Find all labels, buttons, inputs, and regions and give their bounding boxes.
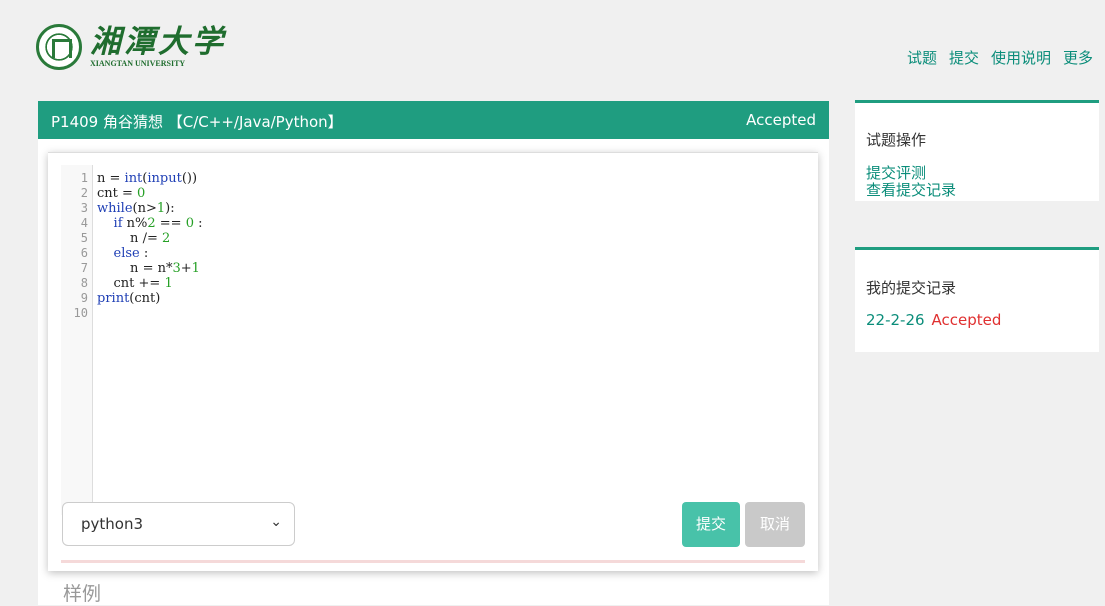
code-line: cnt += 1: [97, 276, 173, 291]
line-number: 6: [80, 246, 88, 260]
university-logo[interactable]: 湘潭大学 XIANGTAN UNIVERSITY: [36, 24, 226, 70]
code-line: while(n>1):: [97, 201, 175, 216]
nav-problems[interactable]: 试题: [907, 47, 937, 68]
dialog-divider: [61, 560, 805, 563]
my-records-card: 我的提交记录 22-2-26 Accepted: [855, 247, 1099, 352]
line-number: 4: [80, 216, 88, 230]
line-number: 1: [80, 171, 88, 185]
code-editor[interactable]: 1 2 3 4 5 6 7 8 9 10 n = int(input()) cn…: [61, 165, 805, 515]
link-view-records[interactable]: 查看提交记录: [866, 179, 956, 200]
nav-submit[interactable]: 提交: [949, 47, 979, 68]
problem-status: Accepted: [746, 111, 816, 129]
top-nav: 试题 提交 使用说明 更多: [907, 47, 1093, 68]
code-line: print(cnt): [97, 291, 161, 306]
record-date: 22-2-26: [866, 311, 925, 329]
logo-en: XIANGTAN UNIVERSITY: [90, 58, 186, 68]
logo-cn: 湘潭大学: [90, 23, 226, 60]
line-number: 3: [80, 201, 88, 215]
chevron-down-icon: ⌄: [270, 514, 282, 530]
problem-title: P1409 角谷猜想 【C/C++/Java/Python】: [51, 113, 343, 131]
code-line: cnt = 0: [97, 186, 146, 201]
line-number: 10: [73, 306, 88, 320]
line-number-gutter: 1 2 3 4 5 6 7 8 9 10: [61, 165, 93, 515]
record-result: Accepted: [931, 311, 1002, 329]
code-line: if n%2 == 0 :: [113, 216, 203, 231]
code-line: n = int(input()): [97, 171, 198, 186]
code-line: n /= 2: [97, 231, 171, 246]
nav-more[interactable]: 更多: [1063, 47, 1093, 68]
brand-text: 湘潭大学 XIANGTAN UNIVERSITY: [90, 23, 226, 68]
line-number: 8: [80, 276, 88, 290]
language-value: python3: [81, 515, 144, 533]
submit-dialog: 1 2 3 4 5 6 7 8 9 10 n = int(input()) cn…: [48, 152, 818, 571]
line-number: 2: [80, 186, 88, 200]
submit-button[interactable]: 提交: [682, 502, 740, 547]
language-select[interactable]: python3 ⌄: [62, 502, 295, 546]
problem-ops-card: 试题操作 提交评测 查看提交记录: [855, 100, 1099, 201]
section-sample: 样例: [63, 583, 102, 605]
line-number: 7: [80, 261, 88, 275]
line-number: 9: [80, 291, 88, 305]
records-title: 我的提交记录: [866, 279, 957, 297]
top-bar: 湘潭大学 XIANGTAN UNIVERSITY 试题 提交 使用说明 更多: [0, 0, 1105, 96]
university-seal-icon: [36, 24, 82, 70]
code-line: else :: [113, 246, 149, 261]
line-number: 5: [80, 231, 88, 245]
problem-header: P1409 角谷猜想 【C/C++/Java/Python】 Accepted: [38, 101, 829, 139]
code-line: n = n*3+1: [97, 261, 200, 276]
cancel-button[interactable]: 取消: [745, 502, 805, 547]
nav-help[interactable]: 使用说明: [991, 47, 1051, 68]
record-row[interactable]: 22-2-26 Accepted: [866, 311, 1001, 329]
ops-title: 试题操作: [866, 131, 927, 149]
